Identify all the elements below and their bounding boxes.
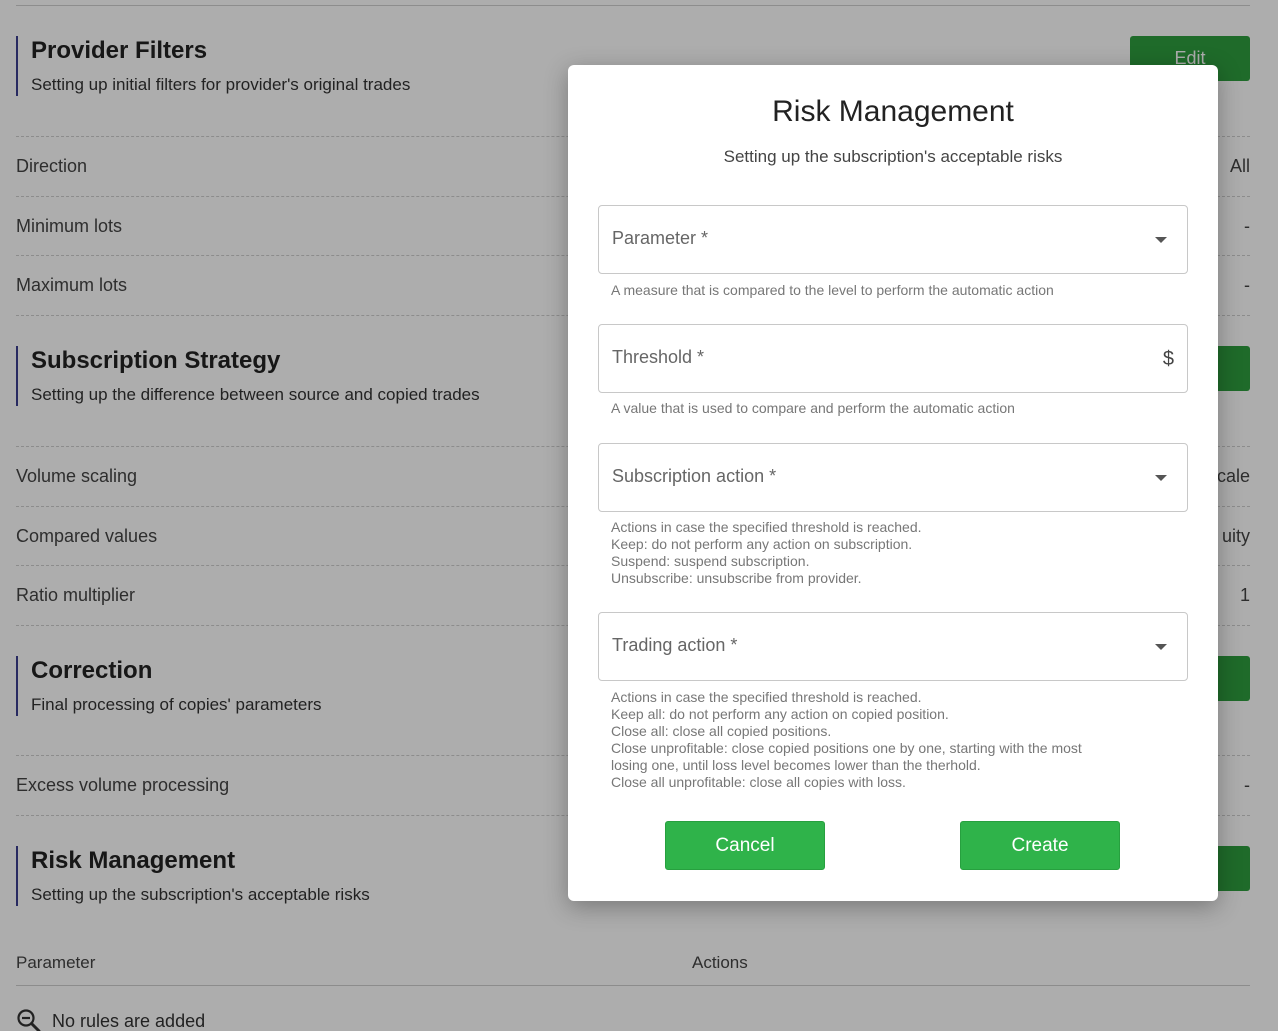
help-line: Keep: do not perform any action on subsc… xyxy=(611,536,913,552)
help-line: A value that is used to compare and perf… xyxy=(611,400,1015,416)
threshold-help: A value that is used to compare and perf… xyxy=(611,400,1171,417)
help-line: Keep all: do not perform any action on c… xyxy=(611,706,949,722)
help-line: Close all unprofitable: close all copies… xyxy=(611,774,906,790)
dialog-subtitle: Setting up the subscription's acceptable… xyxy=(723,147,1063,166)
help-line: Close unprofitable: close copied positio… xyxy=(611,740,1082,756)
threshold-placeholder: Threshold * xyxy=(612,347,705,367)
parameter-select[interactable]: Parameter * xyxy=(598,205,1188,274)
dropdown-arrow-icon xyxy=(1155,237,1167,243)
help-line: Close all: close all copied positions. xyxy=(611,723,832,739)
help-line: Actions in case the specified threshold … xyxy=(611,689,922,705)
subscription-action-help: Actions in case the specified threshold … xyxy=(611,519,1171,587)
dialog-title: Risk Management xyxy=(772,95,1014,128)
trading-action-placeholder: Trading action * xyxy=(612,635,738,655)
trading-action-help: Actions in case the specified threshold … xyxy=(611,689,1171,791)
dollar-icon: $ xyxy=(1162,348,1174,370)
subscription-action-placeholder: Subscription action * xyxy=(612,466,777,486)
trading-action-select[interactable]: Trading action * xyxy=(598,612,1188,681)
help-line: Suspend: suspend subscription. xyxy=(611,553,810,569)
subscription-action-select[interactable]: Subscription action * xyxy=(598,443,1188,512)
help-line: losing one, until loss level becomes low… xyxy=(611,757,981,773)
risk-management-dialog: Risk Management Setting up the subscript… xyxy=(568,65,1218,901)
parameter-help: A measure that is compared to the level … xyxy=(611,282,1171,299)
cancel-button[interactable]: Cancel xyxy=(665,821,825,870)
help-line: Actions in case the specified threshold … xyxy=(611,519,922,535)
create-button[interactable]: Create xyxy=(960,821,1120,870)
help-line: A measure that is compared to the level … xyxy=(611,282,1054,298)
threshold-input[interactable]: Threshold * $ xyxy=(598,324,1188,393)
dropdown-arrow-icon xyxy=(1155,475,1167,481)
dropdown-arrow-icon xyxy=(1155,644,1167,650)
help-line: Unsubscribe: unsubscribe from provider. xyxy=(611,570,862,586)
parameter-placeholder: Parameter * xyxy=(612,228,709,248)
